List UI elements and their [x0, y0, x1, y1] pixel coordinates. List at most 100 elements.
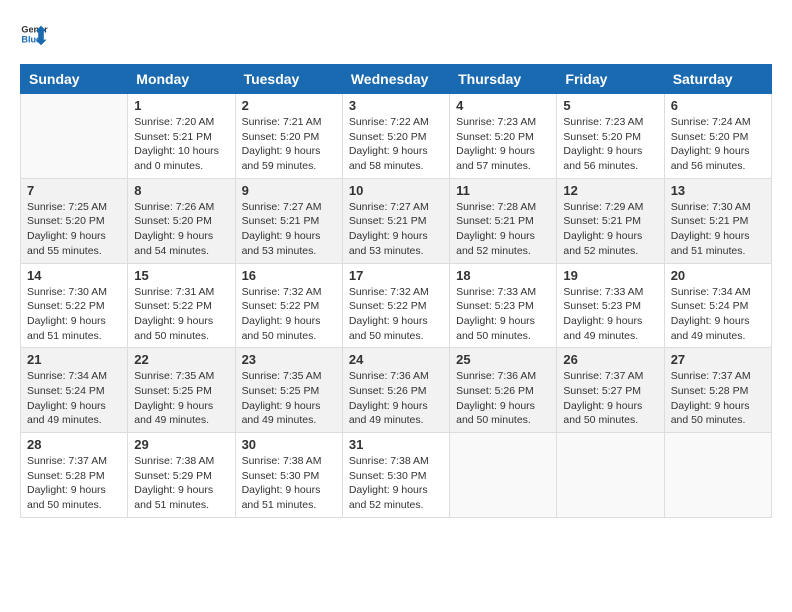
- day-detail: Sunrise: 7:37 AM Sunset: 5:28 PM Dayligh…: [27, 454, 121, 513]
- day-number: 31: [349, 437, 443, 452]
- calendar-cell: 27 Sunrise: 7:37 AM Sunset: 5:28 PM Dayli…: [664, 348, 771, 433]
- day-number: 13: [671, 183, 765, 198]
- svg-text:Blue: Blue: [21, 34, 41, 44]
- weekday-header: Friday: [557, 65, 664, 94]
- day-number: 28: [27, 437, 121, 452]
- day-detail: Sunrise: 7:27 AM Sunset: 5:21 PM Dayligh…: [349, 200, 443, 259]
- day-number: 21: [27, 352, 121, 367]
- calendar-cell: 17Sunrise: 7:32 AM Sunset: 5:22 PM Dayli…: [342, 263, 449, 348]
- calendar-header-row: SundayMondayTuesdayWednesdayThursdayFrid…: [21, 65, 772, 94]
- calendar-week-row: 21 Sunrise: 7:34 AM Sunset: 5:24 PM Dayli…: [21, 348, 772, 433]
- day-detail: Sunrise: 7:31 AM Sunset: 5:22 PM Dayligh…: [134, 285, 228, 344]
- calendar-cell: 20 Sunrise: 7:34 AM Sunset: 5:24 PM Dayli…: [664, 263, 771, 348]
- day-number: 2: [242, 98, 336, 113]
- calendar-cell: 14Sunrise: 7:30 AM Sunset: 5:22 PM Dayli…: [21, 263, 128, 348]
- calendar-cell: 24 Sunrise: 7:36 AM Sunset: 5:26 PM Dayli…: [342, 348, 449, 433]
- day-detail: Sunrise: 7:35 AM Sunset: 5:25 PM Dayligh…: [242, 369, 336, 428]
- day-detail: Sunrise: 7:24 AM Sunset: 5:20 PM Dayligh…: [671, 115, 765, 174]
- day-number: 20: [671, 268, 765, 283]
- calendar-cell: 22Sunrise: 7:35 AM Sunset: 5:25 PM Dayli…: [128, 348, 235, 433]
- calendar-week-row: 28 Sunrise: 7:37 AM Sunset: 5:28 PM Dayli…: [21, 433, 772, 518]
- day-detail: Sunrise: 7:36 AM Sunset: 5:26 PM Dayligh…: [456, 369, 550, 428]
- day-number: 10: [349, 183, 443, 198]
- day-number: 27: [671, 352, 765, 367]
- day-number: 25: [456, 352, 550, 367]
- day-number: 12: [563, 183, 657, 198]
- day-detail: Sunrise: 7:23 AM Sunset: 5:20 PM Dayligh…: [563, 115, 657, 174]
- day-detail: Sunrise: 7:33 AM Sunset: 5:23 PM Dayligh…: [563, 285, 657, 344]
- calendar-cell: 10 Sunrise: 7:27 AM Sunset: 5:21 PM Dayli…: [342, 178, 449, 263]
- weekday-header: Monday: [128, 65, 235, 94]
- day-number: 4: [456, 98, 550, 113]
- calendar-cell: [450, 433, 557, 518]
- calendar-cell: 1 Sunrise: 7:20 AM Sunset: 5:21 PM Daylig…: [128, 94, 235, 179]
- day-detail: Sunrise: 7:22 AM Sunset: 5:20 PM Dayligh…: [349, 115, 443, 174]
- day-number: 8: [134, 183, 228, 198]
- calendar-cell: 13Sunrise: 7:30 AM Sunset: 5:21 PM Dayli…: [664, 178, 771, 263]
- day-detail: Sunrise: 7:20 AM Sunset: 5:21 PM Dayligh…: [134, 115, 228, 174]
- calendar-cell: 2 Sunrise: 7:21 AM Sunset: 5:20 PM Daylig…: [235, 94, 342, 179]
- day-detail: Sunrise: 7:32 AM Sunset: 5:22 PM Dayligh…: [349, 285, 443, 344]
- calendar-cell: 30 Sunrise: 7:38 AM Sunset: 5:30 PM Dayli…: [235, 433, 342, 518]
- day-detail: Sunrise: 7:34 AM Sunset: 5:24 PM Dayligh…: [671, 285, 765, 344]
- day-detail: Sunrise: 7:26 AM Sunset: 5:20 PM Dayligh…: [134, 200, 228, 259]
- calendar-cell: 6 Sunrise: 7:24 AM Sunset: 5:20 PM Daylig…: [664, 94, 771, 179]
- logo-icon: General Blue: [20, 20, 48, 48]
- calendar-cell: 19Sunrise: 7:33 AM Sunset: 5:23 PM Dayli…: [557, 263, 664, 348]
- day-number: 23: [242, 352, 336, 367]
- day-number: 16: [242, 268, 336, 283]
- calendar-cell: 4Sunrise: 7:23 AM Sunset: 5:20 PM Daylig…: [450, 94, 557, 179]
- calendar-cell: 15 Sunrise: 7:31 AM Sunset: 5:22 PM Dayli…: [128, 263, 235, 348]
- header: General Blue: [20, 20, 772, 48]
- weekday-header: Tuesday: [235, 65, 342, 94]
- calendar-cell: [664, 433, 771, 518]
- day-detail: Sunrise: 7:33 AM Sunset: 5:23 PM Dayligh…: [456, 285, 550, 344]
- calendar-cell: 9 Sunrise: 7:27 AM Sunset: 5:21 PM Daylig…: [235, 178, 342, 263]
- day-number: 6: [671, 98, 765, 113]
- calendar-cell: 25 Sunrise: 7:36 AM Sunset: 5:26 PM Dayli…: [450, 348, 557, 433]
- day-number: 11: [456, 183, 550, 198]
- day-detail: Sunrise: 7:38 AM Sunset: 5:30 PM Dayligh…: [242, 454, 336, 513]
- calendar-cell: [557, 433, 664, 518]
- day-number: 18: [456, 268, 550, 283]
- day-number: 5: [563, 98, 657, 113]
- day-number: 15: [134, 268, 228, 283]
- weekday-header: Sunday: [21, 65, 128, 94]
- weekday-header: Saturday: [664, 65, 771, 94]
- day-detail: Sunrise: 7:21 AM Sunset: 5:20 PM Dayligh…: [242, 115, 336, 174]
- calendar-cell: 3 Sunrise: 7:22 AM Sunset: 5:20 PM Daylig…: [342, 94, 449, 179]
- calendar-cell: 7 Sunrise: 7:25 AM Sunset: 5:20 PM Daylig…: [21, 178, 128, 263]
- day-number: 1: [134, 98, 228, 113]
- weekday-header: Thursday: [450, 65, 557, 94]
- day-detail: Sunrise: 7:37 AM Sunset: 5:27 PM Dayligh…: [563, 369, 657, 428]
- day-detail: Sunrise: 7:34 AM Sunset: 5:24 PM Dayligh…: [27, 369, 121, 428]
- calendar-cell: 29Sunrise: 7:38 AM Sunset: 5:29 PM Dayli…: [128, 433, 235, 518]
- calendar-cell: 23 Sunrise: 7:35 AM Sunset: 5:25 PM Dayli…: [235, 348, 342, 433]
- calendar-cell: 18 Sunrise: 7:33 AM Sunset: 5:23 PM Dayli…: [450, 263, 557, 348]
- calendar-cell: 26 Sunrise: 7:37 AM Sunset: 5:27 PM Dayli…: [557, 348, 664, 433]
- day-detail: Sunrise: 7:35 AM Sunset: 5:25 PM Dayligh…: [134, 369, 228, 428]
- weekday-header: Wednesday: [342, 65, 449, 94]
- day-number: 9: [242, 183, 336, 198]
- day-detail: Sunrise: 7:25 AM Sunset: 5:20 PM Dayligh…: [27, 200, 121, 259]
- day-number: 26: [563, 352, 657, 367]
- calendar-cell: 5 Sunrise: 7:23 AM Sunset: 5:20 PM Daylig…: [557, 94, 664, 179]
- calendar-cell: 16 Sunrise: 7:32 AM Sunset: 5:22 PM Dayli…: [235, 263, 342, 348]
- day-number: 29: [134, 437, 228, 452]
- calendar-cell: 21 Sunrise: 7:34 AM Sunset: 5:24 PM Dayli…: [21, 348, 128, 433]
- day-detail: Sunrise: 7:36 AM Sunset: 5:26 PM Dayligh…: [349, 369, 443, 428]
- day-detail: Sunrise: 7:38 AM Sunset: 5:30 PM Dayligh…: [349, 454, 443, 513]
- day-number: 7: [27, 183, 121, 198]
- day-detail: Sunrise: 7:27 AM Sunset: 5:21 PM Dayligh…: [242, 200, 336, 259]
- calendar-cell: 12Sunrise: 7:29 AM Sunset: 5:21 PM Dayli…: [557, 178, 664, 263]
- calendar-cell: 31 Sunrise: 7:38 AM Sunset: 5:30 PM Dayli…: [342, 433, 449, 518]
- day-number: 30: [242, 437, 336, 452]
- day-number: 3: [349, 98, 443, 113]
- calendar-cell: [21, 94, 128, 179]
- day-detail: Sunrise: 7:37 AM Sunset: 5:28 PM Dayligh…: [671, 369, 765, 428]
- calendar-week-row: 7 Sunrise: 7:25 AM Sunset: 5:20 PM Daylig…: [21, 178, 772, 263]
- calendar-week-row: 1 Sunrise: 7:20 AM Sunset: 5:21 PM Daylig…: [21, 94, 772, 179]
- calendar-table: SundayMondayTuesdayWednesdayThursdayFrid…: [20, 64, 772, 518]
- day-number: 24: [349, 352, 443, 367]
- day-detail: Sunrise: 7:32 AM Sunset: 5:22 PM Dayligh…: [242, 285, 336, 344]
